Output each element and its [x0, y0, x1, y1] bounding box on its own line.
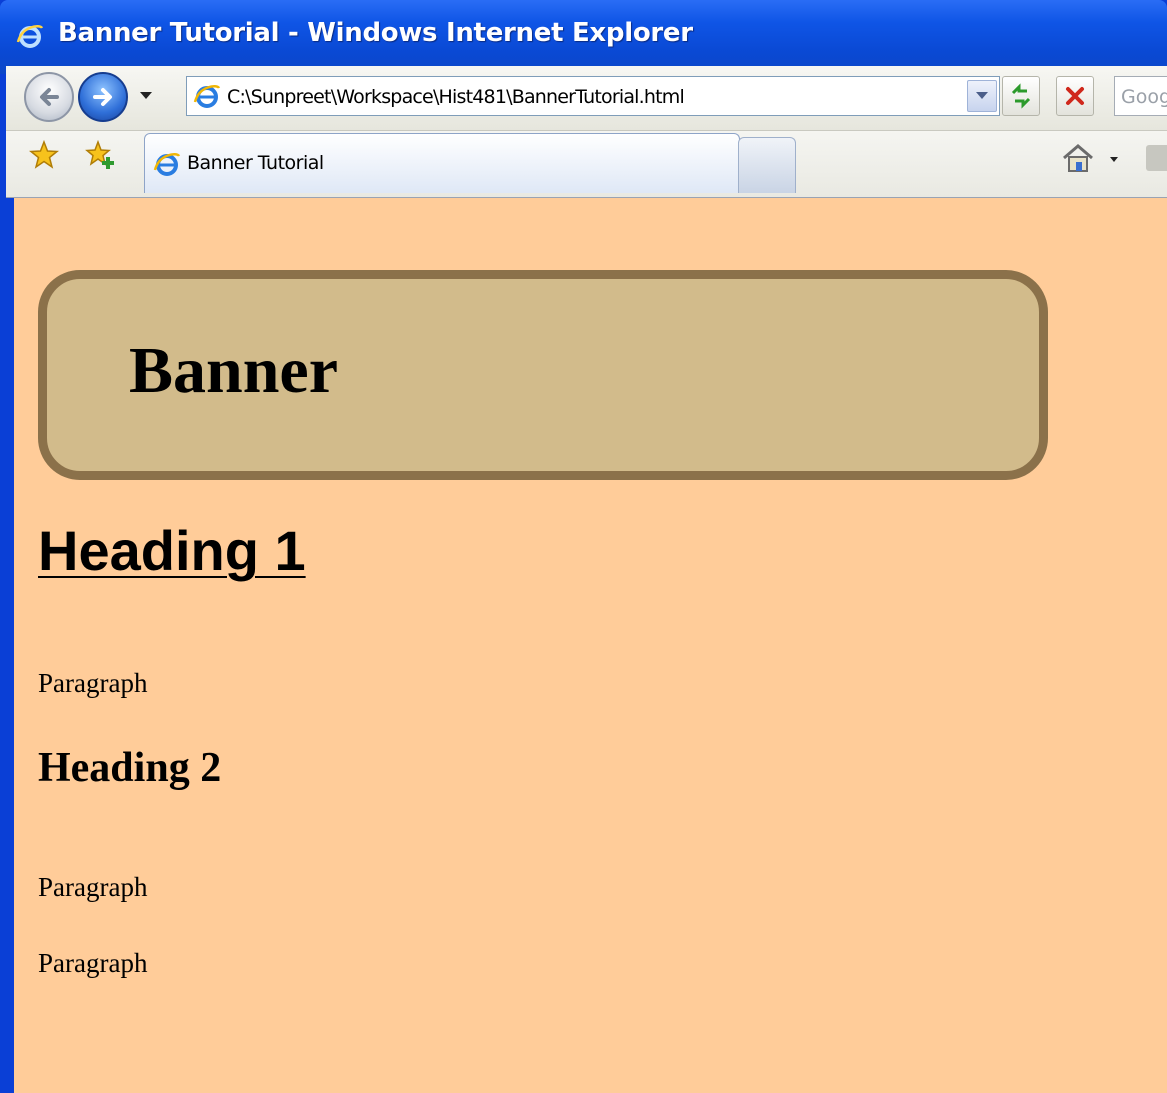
add-favorites-icon[interactable] — [84, 139, 118, 171]
forward-arrow-icon — [93, 88, 112, 106]
ie-page-icon — [193, 85, 221, 108]
refresh-button[interactable] — [1002, 76, 1040, 116]
tab-banner-tutorial[interactable]: Banner Tutorial — [144, 133, 740, 193]
search-placeholder: Goog — [1121, 86, 1167, 108]
forward-button[interactable] — [78, 72, 128, 122]
home-dropdown[interactable] — [1110, 157, 1118, 162]
tab-bar: Banner Tutorial — [6, 131, 1167, 198]
ie-page-icon — [153, 153, 181, 176]
stop-button[interactable] — [1056, 76, 1094, 116]
address-url[interactable]: C:\Sunpreet\Workspace\Hist481\BannerTuto… — [227, 86, 685, 108]
tab-label: Banner Tutorial — [187, 152, 324, 174]
window-title: Banner Tutorial - Windows Internet Explo… — [58, 18, 693, 48]
banner-title: Banner — [129, 334, 339, 407]
address-bar[interactable]: C:\Sunpreet\Workspace\Hist481\BannerTuto… — [186, 76, 1000, 116]
ie-logo-icon — [16, 25, 44, 48]
paragraph: Paragraph — [38, 872, 148, 902]
banner-box: Banner — [38, 270, 1048, 480]
title-bar: Banner Tutorial - Windows Internet Explo… — [0, 0, 1167, 74]
paragraph: Paragraph — [38, 948, 148, 978]
back-button[interactable] — [24, 72, 74, 122]
favorites-star-icon[interactable] — [28, 139, 60, 171]
heading-2: Heading 2 — [38, 745, 222, 791]
browser-window: Banner Tutorial - Windows Internet Explo… — [0, 0, 1167, 1093]
new-tab-button[interactable] — [738, 137, 796, 193]
refresh-icon — [1011, 83, 1031, 109]
navigation-bar: C:\Sunpreet\Workspace\Hist481\BannerTuto… — [6, 66, 1167, 131]
heading-1: Heading 1 — [38, 519, 306, 582]
paragraph: Paragraph — [38, 668, 148, 698]
address-dropdown-button[interactable] — [967, 80, 997, 112]
feeds-icon[interactable] — [1146, 145, 1167, 171]
home-icon[interactable] — [1060, 141, 1096, 175]
stop-x-icon — [1066, 87, 1084, 105]
search-input[interactable]: Goog — [1114, 76, 1167, 116]
page-content: Banner Heading 1 Paragraph Heading 2 Par… — [14, 198, 1167, 1093]
back-arrow-icon — [40, 88, 59, 106]
recent-pages-dropdown[interactable] — [140, 92, 152, 99]
